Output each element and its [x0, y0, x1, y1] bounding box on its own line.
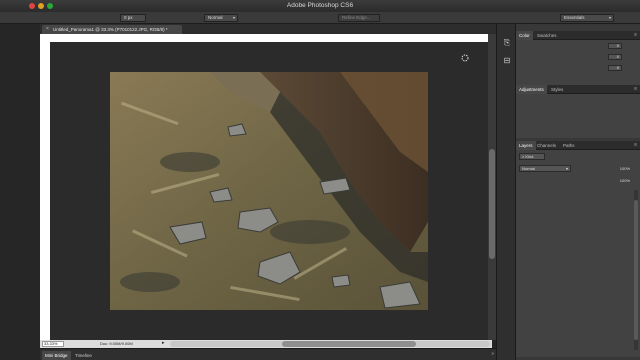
doc-size-readout[interactable]: Doc: 9.00M/9.00M — [100, 341, 133, 346]
style-select-value: Normal — [208, 15, 223, 20]
layers-scrollbar[interactable] — [634, 190, 638, 350]
color-value-2[interactable]: 0 — [608, 54, 622, 60]
chevron-down-icon: ▾ — [608, 15, 611, 20]
properties-icon[interactable]: ⊟ — [502, 56, 512, 66]
layers-panel-body: ⌕ Kind Normal ▾ 100% 100% — [516, 150, 640, 357]
tab-swatches[interactable]: Swatches — [534, 31, 560, 40]
adjustments-panel-header: Adjustments Styles ≡ — [516, 85, 640, 94]
layers-scroll-thumb[interactable] — [634, 200, 638, 340]
blend-mode-select[interactable]: Normal ▾ — [519, 165, 571, 172]
style-select[interactable]: Normal ▾ — [204, 14, 238, 22]
fill-field[interactable]: 100% — [616, 177, 630, 184]
adjustments-panel-body — [516, 94, 640, 138]
horizontal-scroll-thumb[interactable] — [282, 341, 416, 347]
vertical-scroll-thumb[interactable] — [489, 149, 495, 259]
workspace-select[interactable]: Essentials ▾ — [560, 14, 614, 22]
app-title: Adobe Photoshop CS6 — [286, 2, 354, 9]
search-icon: ⌕ — [522, 154, 525, 159]
panel-collapse-icon[interactable]: » — [491, 351, 494, 357]
photoshop-window: Adobe Photoshop CS6 0 px Normal ▾ Refine… — [0, 0, 640, 360]
tab-layers[interactable]: Layers — [516, 141, 536, 150]
opacity-field[interactable]: 100% — [616, 165, 630, 172]
panorama-photo[interactable] — [110, 72, 428, 310]
vertical-scrollbar[interactable] — [488, 34, 496, 340]
status-bar: 33.33% Doc: 9.00M/9.00M ▸ — [40, 340, 492, 348]
workspace-select-value: Essentials — [564, 15, 585, 20]
options-bar: 0 px Normal ▾ Refine Edge... Essentials … — [0, 12, 640, 24]
color-value-1[interactable]: 0 — [608, 43, 622, 49]
color-value-3[interactable]: 0 — [608, 65, 622, 71]
tab-mini-bridge[interactable]: Mini Bridge — [42, 351, 71, 360]
tab-adjustments[interactable]: Adjustments — [516, 85, 547, 94]
bottom-panel-tabs: Mini Bridge Timeline » — [40, 348, 496, 360]
refine-edge-button[interactable]: Refine Edge... — [338, 14, 380, 22]
tab-color[interactable]: Color — [516, 31, 533, 40]
document-tab-strip: × Untitled_Panorama1 @ 33.3% (P7010122.J… — [40, 24, 512, 34]
close-icon[interactable]: × — [46, 26, 49, 32]
panel-menu-icon[interactable]: ≡ — [634, 31, 637, 40]
zoom-field[interactable]: 33.33% — [42, 341, 64, 347]
document-tab[interactable]: × Untitled_Panorama1 @ 33.3% (P7010122.J… — [42, 25, 182, 34]
blend-mode-value: Normal — [522, 166, 535, 171]
right-panel-dock: Color Swatches ≡ 0 0 0 Adjustments Style… — [516, 24, 640, 360]
feather-input[interactable]: 0 px — [120, 14, 146, 22]
history-icon[interactable]: ⎘ — [502, 38, 512, 48]
tab-channels[interactable]: Channels — [534, 141, 559, 150]
document-tab-label: Untitled_Panorama1 @ 33.3% (P7010122.JPG… — [53, 27, 168, 32]
tab-timeline[interactable]: Timeline — [72, 351, 95, 360]
horizontal-scrollbar[interactable] — [170, 341, 490, 347]
panel-menu-icon[interactable]: ≡ — [634, 141, 637, 150]
tab-styles[interactable]: Styles — [548, 85, 566, 94]
layer-kind-value: Kind — [525, 154, 534, 159]
color-panel-header: Color Swatches ≡ — [516, 31, 640, 40]
panel-menu-icon[interactable]: ≡ — [634, 85, 637, 94]
tools-gutter — [0, 24, 40, 360]
busy-cursor-icon — [461, 54, 469, 62]
title-bar: Adobe Photoshop CS6 — [0, 0, 640, 12]
layer-kind-filter[interactable]: ⌕ Kind — [519, 153, 545, 160]
panel-icon-column: ⎘ ⊟ — [496, 24, 516, 360]
layers-panel-header: Layers Channels Paths ≡ — [516, 141, 640, 150]
chevron-down-icon: ▾ — [565, 166, 568, 171]
chevron-down-icon: ▾ — [232, 15, 235, 20]
photo-image — [110, 72, 428, 310]
status-menu-arrow-icon[interactable]: ▸ — [162, 340, 165, 346]
tab-paths[interactable]: Paths — [560, 141, 578, 150]
